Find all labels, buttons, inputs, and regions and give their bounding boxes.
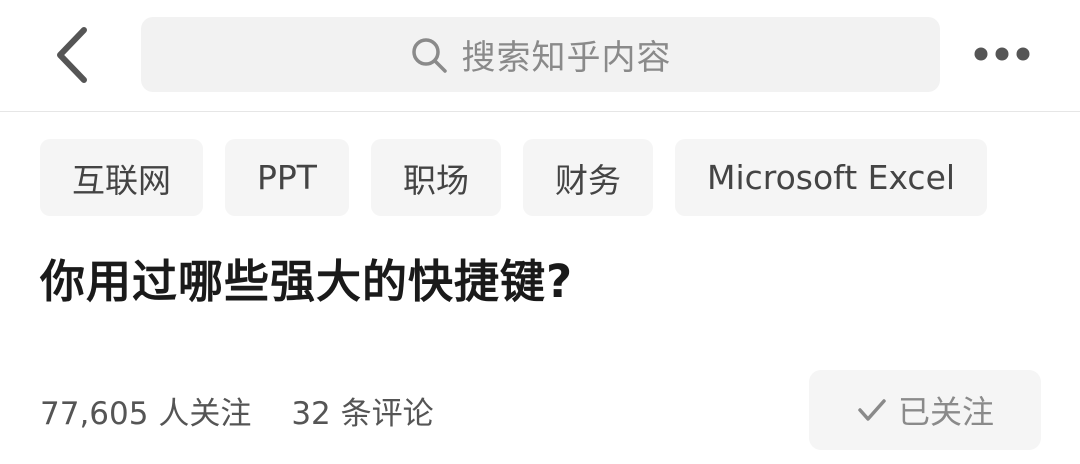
topic-tag[interactable]: 职场	[370, 139, 501, 216]
topic-tag[interactable]: 财务	[522, 139, 653, 216]
search-input[interactable]: 搜索知乎内容	[141, 17, 940, 92]
question-stats: 77,605 人关注 32 条评论	[40, 388, 434, 433]
search-icon	[410, 36, 448, 74]
follower-count: 77,605 人关注	[40, 396, 252, 432]
topic-tag[interactable]: PPT	[225, 139, 349, 216]
top-bar: 搜索知乎内容	[0, 0, 1080, 112]
check-icon	[856, 394, 888, 426]
question-page: 搜索知乎内容 互联网 PPT 职场 财务 Microsoft Excel 你用过…	[0, 0, 1080, 464]
chevron-left-icon	[57, 27, 87, 83]
follow-button[interactable]: 已关注	[809, 370, 1041, 450]
question-title: 你用过哪些强大的快捷键?	[40, 255, 574, 308]
search-placeholder: 搜索知乎内容	[461, 38, 672, 78]
more-options-button[interactable]	[970, 30, 1034, 78]
topic-tags: 互联网 PPT 职场 财务 Microsoft Excel	[40, 139, 988, 216]
follow-button-label: 已关注	[897, 393, 994, 431]
topic-tag[interactable]: 互联网	[40, 139, 203, 216]
topic-tag[interactable]: Microsoft Excel	[674, 139, 988, 216]
comment-count[interactable]: 32 条评论	[291, 388, 433, 433]
back-button[interactable]	[44, 24, 100, 86]
more-dots-icon	[974, 47, 1030, 61]
